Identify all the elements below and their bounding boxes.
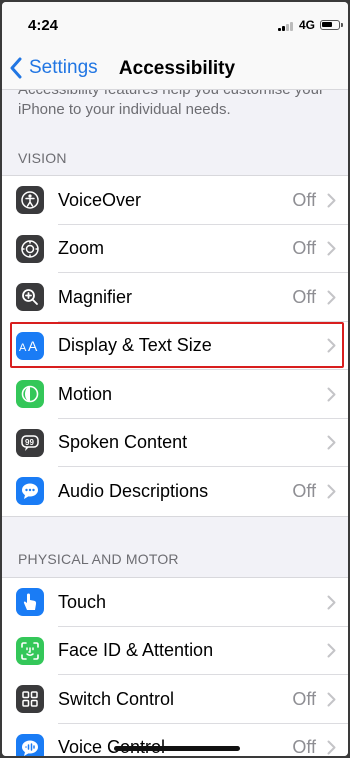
chevron-right-icon bbox=[327, 740, 336, 755]
row-voiceover[interactable]: VoiceOver Off bbox=[2, 176, 348, 225]
switch-control-icon bbox=[16, 685, 44, 714]
voice-control-icon bbox=[16, 733, 44, 756]
row-label: Magnifier bbox=[58, 286, 133, 307]
motion-icon bbox=[16, 380, 44, 409]
voiceover-icon bbox=[16, 186, 44, 215]
row-label: Motion bbox=[58, 383, 113, 404]
row-value: Off bbox=[292, 189, 316, 210]
chevron-right-icon bbox=[327, 387, 336, 402]
row-label: Zoom bbox=[58, 238, 105, 259]
row-voice-control[interactable]: Voice Control Off bbox=[2, 724, 348, 756]
touch-icon bbox=[16, 588, 44, 617]
chevron-right-icon bbox=[327, 435, 336, 450]
chevron-right-icon bbox=[327, 193, 336, 208]
row-motion[interactable]: Motion bbox=[2, 370, 348, 419]
row-label: Switch Control bbox=[58, 688, 175, 709]
chevron-right-icon bbox=[327, 338, 336, 353]
svg-text:99: 99 bbox=[25, 438, 34, 447]
row-zoom[interactable]: Zoom Off bbox=[2, 225, 348, 273]
section-header-physical-motor: PHYSICAL AND MOTOR bbox=[18, 551, 179, 567]
battery-icon bbox=[320, 20, 343, 30]
zoom-icon bbox=[16, 234, 44, 263]
cellular-signal-icon bbox=[278, 21, 296, 31]
row-value: Off bbox=[292, 737, 316, 756]
intro-text: Accessibility features help you customis… bbox=[18, 90, 324, 118]
row-label: Touch bbox=[58, 591, 107, 612]
row-touch[interactable]: Touch bbox=[2, 578, 348, 627]
page-title: Accessibility bbox=[118, 58, 236, 79]
chevron-right-icon bbox=[327, 643, 336, 658]
navigation-bar: Settings Accessibility bbox=[2, 46, 348, 90]
vision-group: VoiceOver Off Zoom Off Magnifier Off A A Display… bbox=[2, 175, 348, 517]
chevron-right-icon bbox=[327, 484, 336, 499]
home-indicator bbox=[114, 746, 240, 751]
network-type: 4G bbox=[299, 18, 316, 32]
row-magnifier[interactable]: Magnifier Off bbox=[2, 273, 348, 322]
row-label: Audio Descriptions bbox=[58, 480, 209, 501]
row-face-id[interactable]: Face ID & Attention bbox=[2, 627, 348, 675]
row-value: Off bbox=[292, 480, 316, 501]
row-label: Face ID & Attention bbox=[58, 640, 214, 661]
chevron-right-icon bbox=[327, 241, 336, 256]
section-header-vision: VISION bbox=[18, 150, 67, 166]
row-switch-control[interactable]: Switch Control Off bbox=[2, 675, 348, 724]
chevron-right-icon bbox=[327, 692, 336, 707]
magnifier-icon bbox=[16, 283, 44, 312]
row-spoken-content[interactable]: 99 Spoken Content bbox=[2, 419, 348, 467]
status-bar: 4:24 4G bbox=[2, 2, 348, 46]
row-display-text-size[interactable]: A A Display & Text Size bbox=[2, 322, 348, 370]
chevron-right-icon bbox=[327, 290, 336, 305]
row-value: Off bbox=[292, 688, 316, 709]
phone-screen: 4:24 4G Settings Accessibility Accessibi… bbox=[2, 2, 348, 756]
settings-list[interactable]: Accessibility features help you customis… bbox=[2, 90, 348, 756]
svg-text:A: A bbox=[28, 339, 38, 353]
row-label: Spoken Content bbox=[58, 432, 188, 453]
row-value: Off bbox=[292, 286, 316, 307]
row-value: Off bbox=[292, 238, 316, 259]
row-label: VoiceOver bbox=[58, 189, 142, 210]
spoken-content-icon: 99 bbox=[16, 428, 44, 457]
row-label: Display & Text Size bbox=[58, 335, 212, 356]
chevron-right-icon bbox=[327, 595, 336, 610]
face-id-icon bbox=[16, 636, 44, 665]
svg-text:A: A bbox=[19, 342, 27, 353]
status-time: 4:24 bbox=[28, 17, 59, 34]
display-text-size-icon: AA bbox=[16, 331, 44, 360]
physical-motor-group: Touch Face ID & Attention Switch Control Of… bbox=[2, 577, 348, 756]
row-audio-descriptions[interactable]: Audio Descriptions Off bbox=[2, 467, 348, 516]
audio-descriptions-icon bbox=[16, 477, 44, 506]
